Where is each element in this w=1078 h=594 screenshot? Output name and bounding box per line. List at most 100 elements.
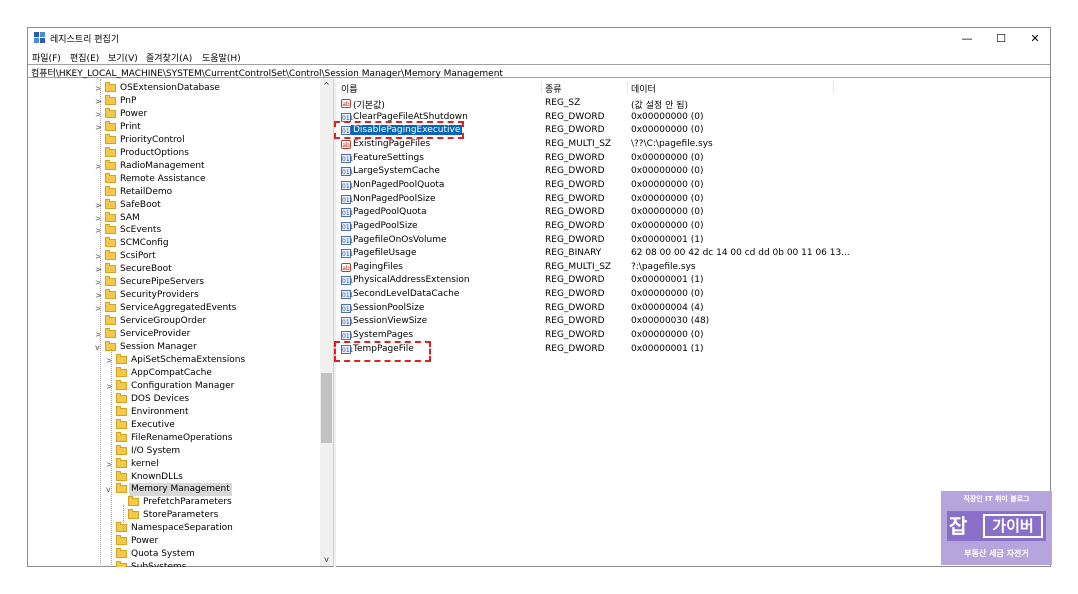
chevron-right-icon[interactable]: >: [95, 199, 103, 212]
window-title: 레지스트리 편집기: [50, 35, 120, 45]
column-separator[interactable]: [541, 81, 542, 93]
maximize-button[interactable]: ☐: [984, 28, 1018, 49]
value-name[interactable]: SecondLevelDataCache: [353, 289, 459, 299]
value-row[interactable]: 011 PagefileOnOsVolume REG_DWORD 0x00000001…: [336, 234, 1036, 248]
value-type: REG_DWORD: [545, 166, 605, 177]
minimize-button[interactable]: —: [950, 28, 984, 49]
chevron-right-icon[interactable]: >: [95, 212, 103, 225]
binary-value-icon: 011: [341, 249, 354, 259]
folder-icon: [105, 120, 116, 131]
scroll-down-arrow-icon[interactable]: v: [320, 553, 333, 566]
chevron-right-icon[interactable]: >: [95, 276, 103, 289]
value-name[interactable]: (기본값): [353, 98, 385, 111]
column-separator[interactable]: [627, 81, 628, 93]
folder-icon: [105, 107, 116, 118]
value-name[interactable]: PagedPoolSize: [353, 221, 418, 231]
chevron-right-icon[interactable]: >: [95, 289, 103, 302]
value-row[interactable]: 011 SessionPoolSize REG_DWORD 0x00000004 (4…: [336, 302, 1036, 316]
tree-item-label: Session Manager: [120, 342, 197, 352]
menu-file[interactable]: 파일(F): [32, 51, 61, 64]
chevron-right-icon[interactable]: >: [106, 380, 114, 393]
folder-icon: [105, 250, 116, 261]
value-row[interactable]: 011 PhysicalAddressExtension REG_DWORD 0x00…: [336, 274, 1036, 288]
chevron-right-icon[interactable]: >: [95, 95, 103, 108]
chevron-right-icon[interactable]: >: [95, 224, 103, 237]
chevron-right-icon[interactable]: >: [95, 121, 103, 134]
tree-item-label: DOS Devices: [131, 393, 190, 404]
chevron-right-icon[interactable]: >: [95, 160, 103, 173]
binary-value-icon: 011: [341, 167, 354, 177]
value-name[interactable]: ExistingPageFiles: [353, 139, 430, 149]
value-row[interactable]: 011 PagedPoolQuota REG_DWORD 0x00000000 (0): [336, 206, 1036, 220]
value-name[interactable]: FeatureSettings: [353, 153, 424, 163]
binary-value-icon: 011: [341, 235, 354, 245]
value-row[interactable]: 011 TempPageFile REG_DWORD 0x00000001 (1): [336, 343, 1036, 357]
value-row[interactable]: 011 SecondLevelDataCache REG_DWORD 0x000000…: [336, 288, 1036, 302]
address-bar[interactable]: 컴퓨터\HKEY_LOCAL_MACHINE\SYSTEM\CurrentCon…: [28, 64, 1050, 79]
value-name[interactable]: PagedPoolQuota: [353, 207, 426, 217]
value-row[interactable]: ab ExistingPageFiles REG_MULTI_SZ \??\C:\pa…: [336, 138, 1036, 152]
highlight-box-disablepagingexecutive: [334, 121, 464, 139]
tree-item-label: SCMConfig: [120, 238, 169, 249]
key-tree[interactable]: > OSExtensionDatabase > PnP > Power > Print Prio…: [28, 79, 333, 567]
chevron-right-icon[interactable]: >: [95, 250, 103, 263]
chevron-right-icon[interactable]: >: [106, 458, 114, 471]
menu-help[interactable]: 도움말(H): [202, 51, 241, 64]
value-row[interactable]: ab (기본값) REG_SZ (값 설정 안 됨): [336, 97, 1036, 111]
value-name[interactable]: PagefileOnOsVolume: [353, 235, 447, 245]
value-row[interactable]: 011 FeatureSettings REG_DWORD 0x00000000 (0…: [336, 152, 1036, 166]
tree-item-label: SecurePipeServers: [120, 277, 205, 288]
chevron-right-icon[interactable]: >: [95, 328, 103, 341]
value-name[interactable]: SystemPages: [353, 330, 413, 340]
value-row[interactable]: ab PagingFiles REG_MULTI_SZ ?:\pagefile.sys: [336, 261, 1036, 275]
folder-icon: [116, 535, 127, 546]
menu-edit[interactable]: 편집(E): [70, 51, 99, 64]
chevron-right-icon[interactable]: >: [95, 108, 103, 121]
badge-logo-char: 잡: [949, 514, 968, 538]
value-name[interactable]: PhysicalAddressExtension: [353, 275, 470, 285]
chevron-right-icon[interactable]: >: [95, 302, 103, 315]
tree-item-label: Remote Assistance: [120, 173, 206, 184]
column-header-name[interactable]: 이름: [341, 82, 358, 95]
tree-item-label: Power: [120, 108, 148, 119]
value-name[interactable]: NonPagedPoolQuota: [353, 180, 444, 190]
badge-logo-name: 가이버: [983, 514, 1043, 538]
binary-value-icon: 011: [341, 180, 354, 190]
value-type: REG_SZ: [545, 98, 581, 108]
value-name[interactable]: PagingFiles: [353, 262, 403, 272]
value-row[interactable]: 011 NonPagedPoolQuota REG_DWORD 0x00000000 …: [336, 179, 1036, 193]
value-name[interactable]: PagefileUsage: [353, 248, 417, 258]
tree-item-label: SecurityProviders: [120, 290, 199, 301]
value-name[interactable]: SessionViewSize: [353, 316, 427, 326]
value-row[interactable]: 011 SessionViewSize REG_DWORD 0x00000030 (4…: [336, 315, 1036, 329]
close-button[interactable]: ✕: [1018, 28, 1052, 49]
column-separator[interactable]: [833, 81, 834, 93]
value-row[interactable]: 011 SystemPages REG_DWORD 0x00000000 (0): [336, 329, 1036, 343]
value-name[interactable]: LargeSystemCache: [353, 166, 440, 176]
value-data: \??\C:\pagefile.sys: [631, 138, 713, 149]
chevron-right-icon[interactable]: >: [95, 263, 103, 276]
chevron-right-icon[interactable]: >: [106, 354, 114, 367]
string-value-icon: ab: [341, 139, 351, 149]
value-row[interactable]: 011 PagefileUsage REG_BINARY 62 08 00 00 42…: [336, 247, 1036, 261]
chevron-down-icon[interactable]: v: [106, 483, 114, 496]
value-row[interactable]: 011 NonPagedPoolSize REG_DWORD 0x00000000 (…: [336, 193, 1036, 207]
value-row[interactable]: 011 PagedPoolSize REG_DWORD 0x00000000 (0): [336, 220, 1036, 234]
menu-view[interactable]: 보기(V): [108, 51, 138, 64]
tree-scrollbar[interactable]: ^ v: [320, 79, 333, 566]
tree-item-label: Print: [120, 121, 141, 132]
blog-watermark-badge: 직장인 IT 취미 블로그 잡 가이버 부동산 세금 자전거: [941, 491, 1052, 565]
address-path[interactable]: 컴퓨터\HKEY_LOCAL_MACHINE\SYSTEM\CurrentCon…: [31, 66, 503, 79]
folder-icon: [116, 392, 127, 403]
value-row[interactable]: 011 LargeSystemCache REG_DWORD 0x00000000 (…: [336, 165, 1036, 179]
chevron-down-icon[interactable]: v: [95, 341, 103, 354]
value-name[interactable]: NonPagedPoolSize: [353, 194, 436, 204]
column-header-data[interactable]: 데이터: [631, 82, 656, 95]
value-name[interactable]: SessionPoolSize: [353, 303, 424, 313]
scroll-thumb[interactable]: [321, 373, 332, 443]
column-header-type[interactable]: 종류: [545, 82, 562, 95]
tree-item-label: PriorityControl: [120, 134, 185, 145]
scroll-up-arrow-icon[interactable]: ^: [320, 79, 333, 92]
menu-favorites[interactable]: 즐겨찾기(A): [146, 51, 192, 64]
chevron-right-icon[interactable]: >: [95, 82, 103, 95]
